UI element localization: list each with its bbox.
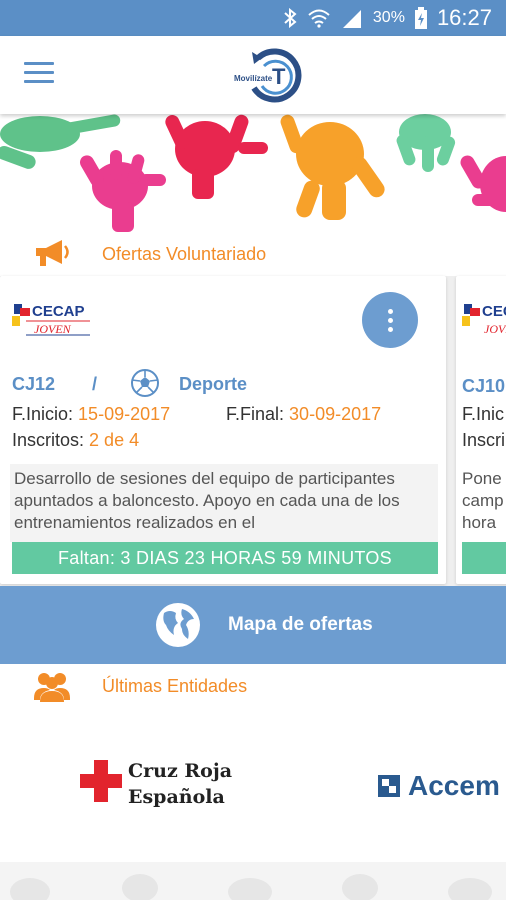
accem-logo-icon [378, 775, 400, 797]
offers-section-title: Ofertas Voluntariado [102, 243, 267, 264]
status-bar: 30% 16:27 [0, 0, 506, 36]
battery-icon [414, 7, 427, 29]
end-date-label: F.Final: [226, 404, 285, 424]
enrolled-label: Inscritos: [12, 430, 85, 450]
offers-section-header: Ofertas Voluntariado [0, 232, 506, 276]
people-icon [34, 673, 70, 702]
offer-separator: / [92, 374, 98, 394]
offer-category: Deporte [179, 374, 248, 394]
map-offers-button[interactable]: Mapa de ofertas [0, 586, 506, 664]
offer-code: CJ10 [462, 376, 506, 396]
offer-card[interactable]: CECAP JOVEN CJ10 F.Inic Inscri Pone camp… [456, 276, 506, 584]
megaphone-icon [36, 240, 69, 266]
enrolled-label: Inscri [462, 430, 506, 450]
red-cross-icon [80, 760, 122, 802]
menu-icon[interactable] [24, 62, 54, 86]
svg-text:CECAP: CECAP [32, 303, 85, 320]
signal-icon [342, 10, 361, 28]
wifi-icon [308, 9, 330, 28]
offer-description: Pone camp hora [462, 469, 504, 532]
cecap-logo: CECAP JOVEN [462, 300, 506, 345]
svg-text:CECAP: CECAP [482, 303, 506, 320]
offer-card[interactable]: CECAP JOVEN CJ12 / Deporte F.Inicio: 15-… [0, 276, 446, 584]
offer-countdown [462, 542, 506, 574]
globe-icon [156, 603, 200, 647]
logo-text: Movilízate [234, 74, 273, 83]
battery-percent: 30% [372, 9, 405, 26]
more-vert-icon[interactable] [362, 292, 418, 348]
entities-section-header: Últimas Entidades [0, 664, 506, 708]
start-date-label: F.Inicio: [12, 404, 74, 424]
app-logo: T Movilízate [228, 44, 308, 106]
footer-decoration [0, 862, 506, 900]
clock: 16:27 [436, 5, 492, 30]
start-date-label: F.Inic [462, 404, 505, 424]
enrolled-value: 2 de 4 [89, 430, 140, 450]
cecap-logo: CECAP JOVEN [12, 300, 92, 340]
offer-description: Desarrollo de sesiones del equipo de par… [10, 464, 438, 542]
start-date-value: 15-09-2017 [78, 404, 171, 424]
svg-text:JOVEN: JOVEN [34, 322, 72, 336]
bluetooth-icon [284, 8, 297, 28]
end-date-row: F.Final: 30-09-2017 [226, 404, 381, 425]
enrolled-row: Inscritos: 2 de 4 [12, 430, 139, 451]
svg-text:JOVEN: JOVEN [484, 322, 506, 336]
entity-accem[interactable]: Accem [378, 770, 500, 802]
entity-name: Accem [408, 770, 500, 801]
entities-carousel: Cruz Roja Española Accem [0, 708, 506, 862]
logo-letter: T [272, 64, 286, 89]
entities-section-title: Últimas Entidades [102, 675, 248, 696]
app-bar: T Movilízate [0, 36, 506, 114]
hands-banner [0, 114, 506, 232]
start-date-row: F.Inicio: 15-09-2017 [12, 404, 170, 425]
offer-code: CJ12 [12, 374, 56, 394]
soccer-ball-icon [131, 369, 159, 397]
map-offers-label: Mapa de ofertas [228, 614, 373, 635]
end-date-value: 30-09-2017 [289, 404, 382, 424]
offer-code-row: CJ12 / Deporte [12, 369, 247, 397]
offer-countdown: Faltan: 3 DIAS 23 HORAS 59 MINUTOS [12, 542, 438, 574]
entity-name: Cruz Roja Española [128, 760, 232, 808]
